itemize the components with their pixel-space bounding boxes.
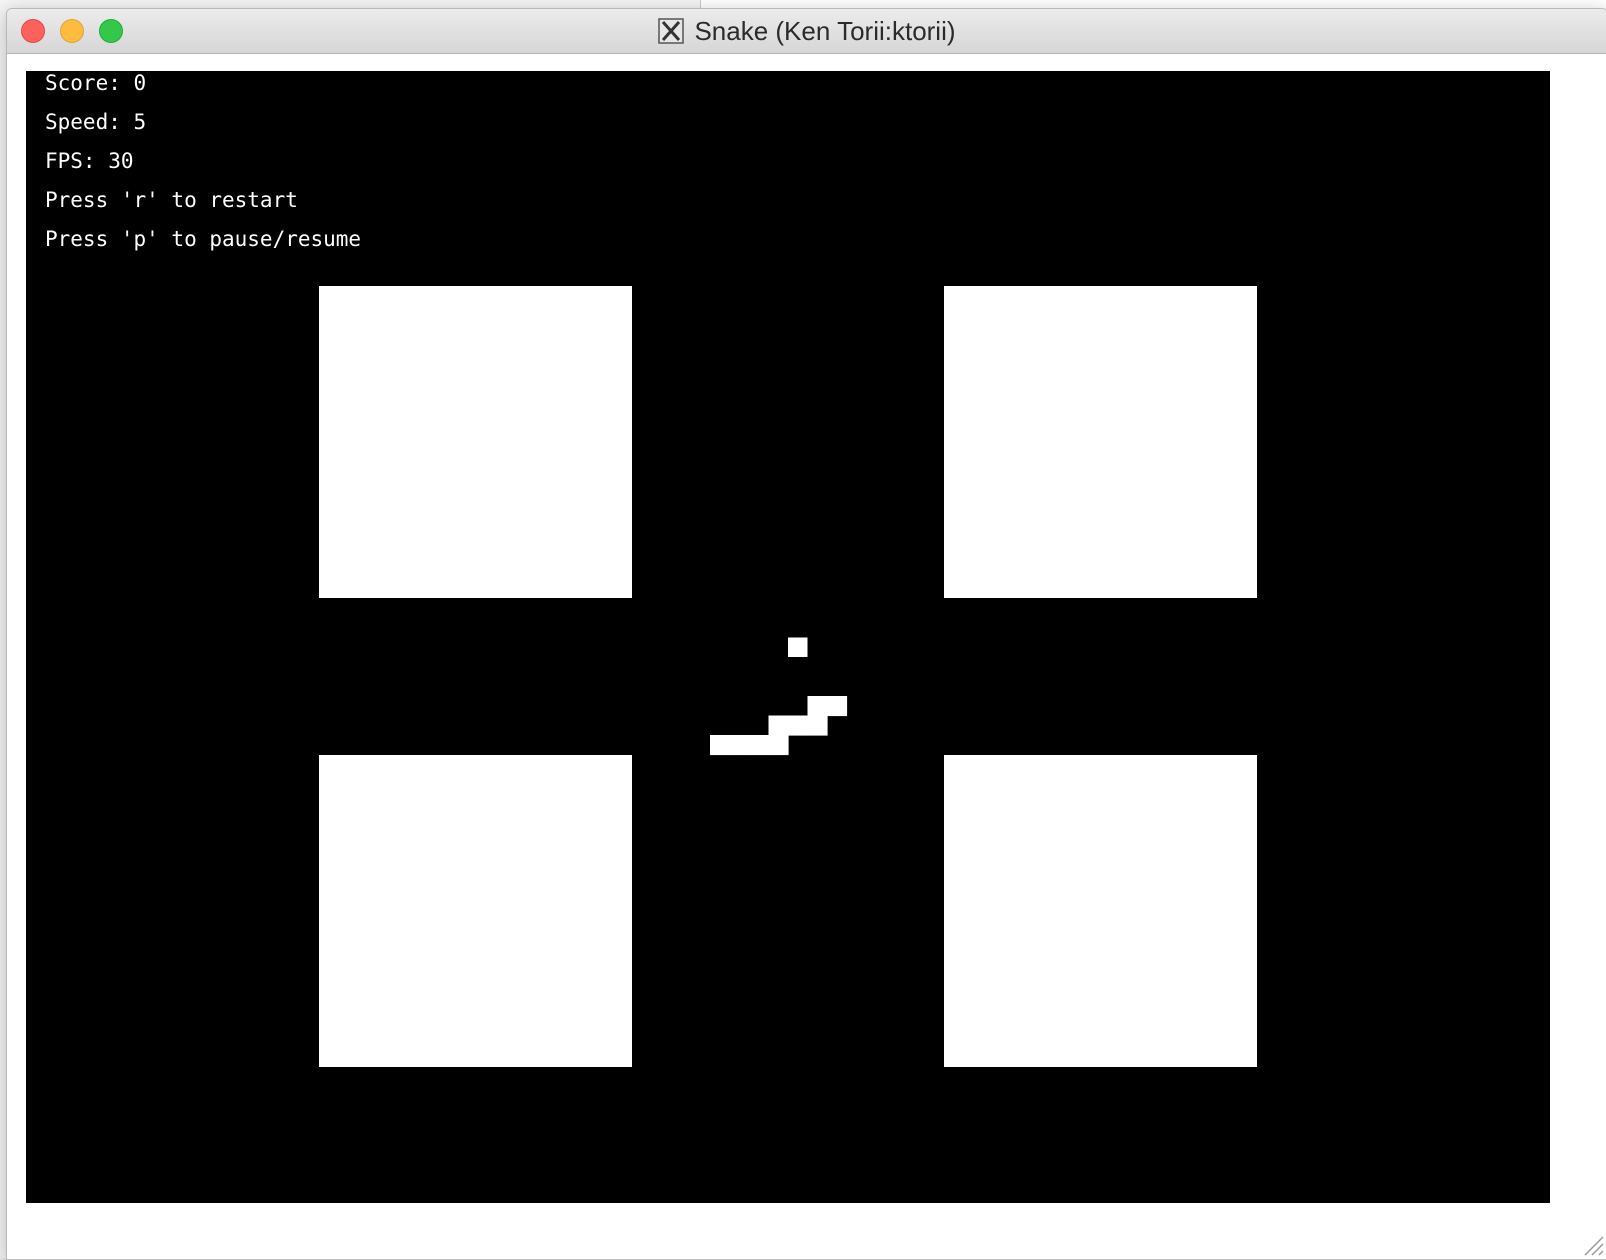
game-window: Snake (Ken Torii:ktorii) Score: 0 Speed:… — [6, 8, 1606, 1260]
x11-icon — [658, 18, 685, 44]
snake-segment — [807, 696, 828, 717]
food-pellet — [788, 637, 808, 657]
resize-grip-icon[interactable] — [1579, 1231, 1605, 1257]
snake-segment — [768, 735, 789, 756]
snake-segment — [807, 715, 828, 736]
snake-segment — [749, 735, 770, 756]
game-canvas[interactable]: Score: 0 Speed: 5 FPS: 30 Press 'r' to r… — [26, 71, 1550, 1203]
snake-segment — [788, 715, 809, 736]
snake-segment — [827, 696, 848, 717]
snake-segment — [729, 735, 750, 756]
title-bar[interactable]: Snake (Ken Torii:ktorii) — [7, 9, 1606, 54]
window-title: Snake (Ken Torii:ktorii) — [694, 15, 956, 46]
snake-segment — [768, 715, 789, 736]
snake-segment — [710, 735, 731, 756]
snake — [710, 637, 848, 756]
title-group: Snake (Ken Torii:ktorii) — [7, 9, 1606, 53]
